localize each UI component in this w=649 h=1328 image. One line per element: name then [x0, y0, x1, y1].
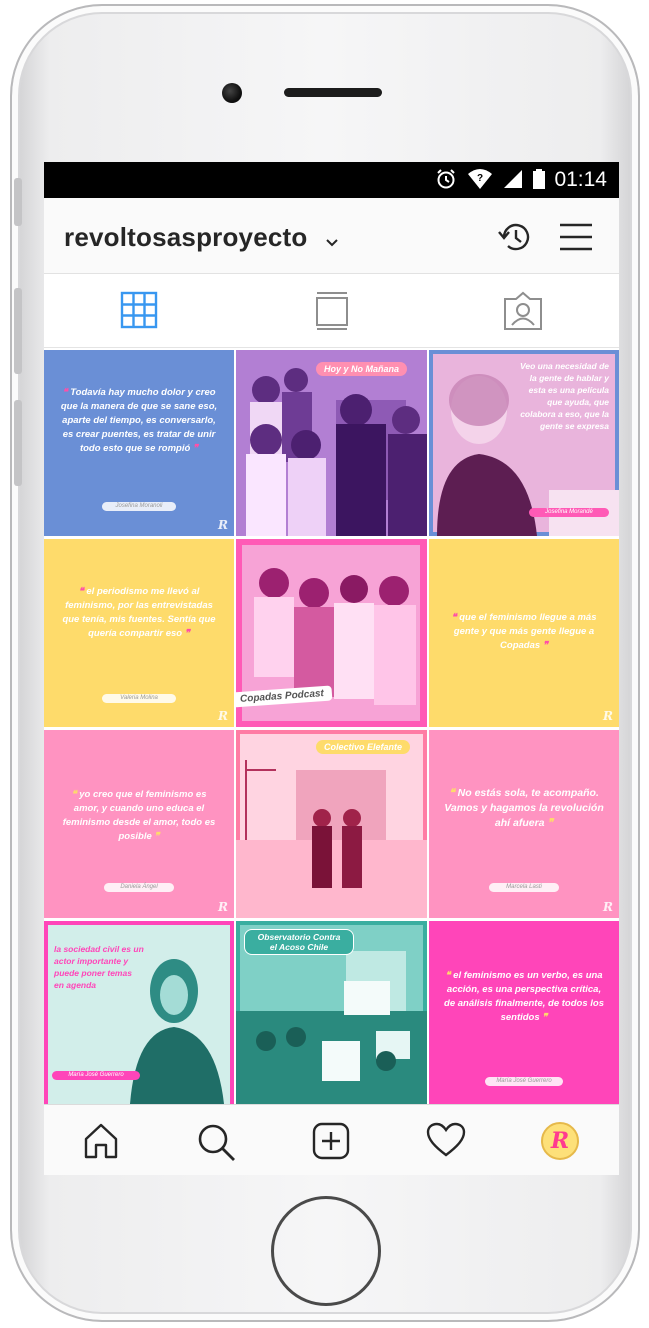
post-tile[interactable]: Copadas Podcast	[236, 539, 427, 727]
status-bar: ? 01:14	[44, 162, 619, 198]
tab-feed[interactable]	[315, 291, 349, 336]
front-camera	[222, 83, 242, 103]
profile-tabs	[44, 274, 619, 348]
post-banner: Observatorio Contra el Acoso Chile	[244, 929, 354, 955]
profile-username[interactable]: revoltosasproyecto	[64, 222, 307, 253]
archive-history-icon[interactable]	[496, 218, 534, 261]
home-icon[interactable]	[82, 1122, 120, 1165]
status-time: 01:14	[554, 168, 607, 191]
profile-header: revoltosasproyecto	[44, 198, 619, 274]
feed-icon	[316, 292, 348, 330]
post-tile[interactable]: ❝ que el feminismo llegue a más gente y …	[429, 539, 619, 727]
post-tile[interactable]: la sociedad civil es un actor importante…	[44, 921, 234, 1104]
post-tile[interactable]: Veo una necesidad de la gente de hablar …	[429, 350, 619, 536]
post-quote-text: el periodismo me llevó al feminismo, por…	[62, 586, 216, 639]
revoltosas-logo: R	[218, 518, 228, 532]
chevron-down-icon[interactable]	[326, 234, 338, 252]
post-author: Valeria Molina	[102, 694, 176, 703]
post-tile[interactable]: Hoy y No Mañana	[236, 350, 427, 536]
alarm-icon	[435, 168, 457, 195]
add-post-icon[interactable]	[312, 1122, 350, 1165]
post-author: Josefina Morandé	[529, 508, 609, 517]
post-author: Daniela Ángel	[104, 883, 174, 892]
battery-icon	[533, 168, 545, 195]
svg-text:?: ?	[477, 173, 483, 184]
post-tile[interactable]: ❝ el feminismo es un verbo, es una acció…	[429, 921, 619, 1104]
revoltosas-logo: R	[218, 709, 228, 723]
tab-tagged[interactable]	[503, 291, 543, 336]
volume-up-button	[14, 288, 22, 374]
signal-icon	[503, 168, 523, 195]
profile-avatar[interactable]: R	[541, 1122, 579, 1160]
grid-icon	[120, 291, 158, 329]
post-photo	[236, 350, 427, 536]
post-tile[interactable]: ❝ yo creo que el feminismo es amor, y cu…	[44, 730, 234, 918]
mute-switch	[14, 178, 22, 226]
post-quote-text: la sociedad civil es un actor importante…	[54, 944, 144, 990]
phone-screen: ? 01:14 revoltosasproyecto ❝ Todavía hay…	[44, 162, 619, 1175]
post-quote-text: el feminismo es un verbo, es una acción,…	[444, 970, 604, 1023]
post-author: María José Guerrero	[52, 1071, 140, 1080]
post-photo	[236, 730, 427, 918]
volume-down-button	[14, 400, 22, 486]
revoltosas-logo: R	[218, 900, 228, 914]
bottom-nav: R	[44, 1104, 619, 1175]
heart-icon[interactable]	[426, 1122, 466, 1163]
post-author: María José Guerrero	[485, 1077, 563, 1086]
post-quote-text: Veo una necesidad de la gente de hablar …	[520, 361, 609, 431]
post-tile[interactable]: Observatorio Contra el Acoso Chile	[236, 921, 427, 1104]
earpiece-speaker	[284, 88, 382, 97]
tab-grid[interactable]	[120, 291, 158, 334]
menu-icon[interactable]	[558, 222, 594, 257]
post-banner: Colectivo Elefante	[316, 740, 411, 754]
post-tile[interactable]: ❝ Todavía hay mucho dolor y creo que la …	[44, 350, 234, 536]
post-author: Marcela Lasti	[489, 883, 559, 892]
post-tile[interactable]: ❝ No estás sola, te acompaño. Vamos y ha…	[429, 730, 619, 918]
post-quote-text: No estás sola, te acompaño. Vamos y haga…	[444, 787, 604, 829]
post-tile[interactable]: Colectivo Elefante	[236, 730, 427, 918]
revoltosas-logo: R	[603, 709, 613, 723]
post-tile[interactable]: ❝ el periodismo me llevó al feminismo, p…	[44, 539, 234, 727]
post-quote-text: yo creo que el feminismo es amor, y cuan…	[62, 789, 216, 842]
post-author: Josefina Moranoli	[102, 502, 176, 511]
search-icon[interactable]	[196, 1122, 236, 1167]
post-quote-text: que el feminismo llegue a más gente y qu…	[453, 612, 597, 651]
tagged-icon	[504, 291, 542, 330]
post-banner: Hoy y No Mañana	[316, 362, 408, 376]
revoltosas-logo: R	[603, 900, 613, 914]
home-hardware-button[interactable]	[271, 1196, 381, 1306]
posts-grid: ❝ Todavía hay mucho dolor y creo que la …	[44, 350, 619, 1104]
wifi-icon: ?	[467, 168, 493, 195]
